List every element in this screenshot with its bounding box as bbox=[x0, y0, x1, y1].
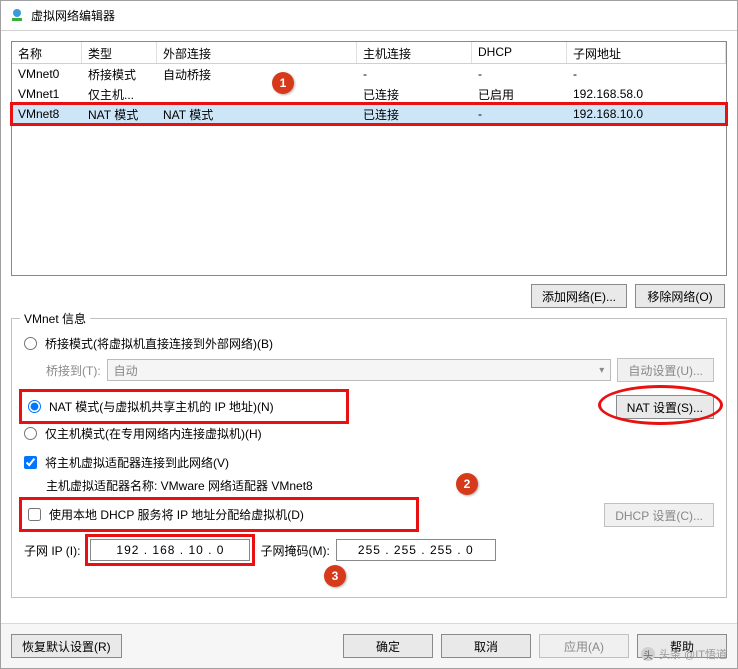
dhcp-settings-button: DHCP 设置(C)... bbox=[604, 503, 714, 527]
cell-ext bbox=[157, 93, 357, 95]
subnet-ip-label: 子网 IP (I): bbox=[24, 542, 80, 559]
bridge-mode-radio[interactable]: 桥接模式(将虚拟机直接连接到外部网络)(B) bbox=[24, 335, 273, 352]
vmnet-info-group: VMnet 信息 桥接模式(将虚拟机直接连接到外部网络)(B) 桥接到(T): … bbox=[11, 318, 727, 598]
remove-network-button[interactable]: 移除网络(O) bbox=[635, 284, 725, 308]
apply-button: 应用(A) bbox=[539, 634, 629, 658]
cell-host: 已连接 bbox=[357, 85, 472, 104]
col-ext[interactable]: 外部连接 bbox=[157, 42, 357, 63]
chevron-down-icon: ▾ bbox=[599, 365, 604, 376]
network-table[interactable]: 名称 类型 外部连接 主机连接 DHCP 子网地址 VMnet0 桥接模式 自动… bbox=[11, 41, 727, 276]
subnet-mask-input[interactable] bbox=[336, 539, 496, 561]
table-row[interactable]: VMnet1 仅主机... 已连接 已启用 192.168.58.0 1 bbox=[12, 84, 726, 104]
cell-name: VMnet1 bbox=[12, 86, 82, 102]
subnet-ip-input[interactable] bbox=[90, 539, 250, 561]
network-button-row: 添加网络(E)... 移除网络(O) bbox=[11, 276, 727, 316]
cancel-button[interactable]: 取消 bbox=[441, 634, 531, 658]
col-dhcp[interactable]: DHCP bbox=[472, 42, 567, 63]
watermark: 头 头条 @IT悟道 bbox=[641, 646, 727, 662]
app-icon bbox=[9, 8, 25, 24]
bridge-to-value: 自动 bbox=[114, 362, 138, 379]
watermark-icon: 头 bbox=[641, 647, 655, 661]
annotation-badge-2: 2 bbox=[456, 473, 478, 495]
cell-dhcp: - bbox=[472, 106, 567, 122]
cell-name: VMnet8 bbox=[12, 106, 82, 122]
col-host[interactable]: 主机连接 bbox=[357, 42, 472, 63]
col-subnet[interactable]: 子网地址 bbox=[567, 42, 726, 63]
cell-ext: 自动桥接 bbox=[157, 65, 357, 84]
table-row[interactable]: VMnet0 桥接模式 自动桥接 - - - bbox=[12, 64, 726, 84]
cell-dhcp: 已启用 bbox=[472, 85, 567, 104]
dhcp-check-label: 使用本地 DHCP 服务将 IP 地址分配给虚拟机(D) bbox=[49, 506, 304, 523]
cell-type: 仅主机... bbox=[82, 85, 157, 104]
hostonly-mode-label: 仅主机模式(在专用网络内连接虚拟机)(H) bbox=[45, 425, 262, 442]
titlebar: 虚拟网络编辑器 bbox=[1, 1, 737, 31]
nat-mode-label: NAT 模式(与虚拟机共享主机的 IP 地址)(N) bbox=[49, 398, 274, 415]
add-network-button[interactable]: 添加网络(E)... bbox=[531, 284, 627, 308]
adapter-name-label: 主机虚拟适配器名称: VMware 网络适配器 VMnet8 bbox=[46, 477, 313, 494]
bridge-to-label: 桥接到(T): bbox=[46, 362, 101, 379]
col-name[interactable]: 名称 bbox=[12, 42, 82, 63]
nat-mode-radio[interactable]: NAT 模式(与虚拟机共享主机的 IP 地址)(N) bbox=[24, 394, 344, 419]
footer: 恢复默认设置(R) 确定 取消 应用(A) 帮助 头 头条 @IT悟道 bbox=[1, 623, 737, 668]
bridge-mode-label: 桥接模式(将虚拟机直接连接到外部网络)(B) bbox=[45, 335, 273, 352]
table-header: 名称 类型 外部连接 主机连接 DHCP 子网地址 bbox=[12, 42, 726, 64]
content-area: 名称 类型 外部连接 主机连接 DHCP 子网地址 VMnet0 桥接模式 自动… bbox=[1, 31, 737, 623]
ok-button[interactable]: 确定 bbox=[343, 634, 433, 658]
cell-host: 已连接 bbox=[357, 105, 472, 124]
connect-adapter-label: 将主机虚拟适配器连接到此网络(V) bbox=[45, 454, 229, 471]
dhcp-checkbox[interactable]: 使用本地 DHCP 服务将 IP 地址分配给虚拟机(D) bbox=[24, 502, 414, 527]
connect-adapter-checkbox-input[interactable] bbox=[24, 456, 37, 469]
window: 虚拟网络编辑器 名称 类型 外部连接 主机连接 DHCP 子网地址 VMnet0… bbox=[0, 0, 738, 669]
annotation-badge-1: 1 bbox=[272, 72, 294, 94]
cell-ext: NAT 模式 bbox=[157, 105, 357, 124]
auto-settings-button: 自动设置(U)... bbox=[617, 358, 714, 382]
col-type[interactable]: 类型 bbox=[82, 42, 157, 63]
group-title: VMnet 信息 bbox=[20, 310, 90, 327]
cell-name: VMnet0 bbox=[12, 66, 82, 82]
bridge-to-select: 自动 ▾ bbox=[107, 359, 612, 381]
dhcp-checkbox-input[interactable] bbox=[28, 508, 41, 521]
connect-adapter-checkbox[interactable]: 将主机虚拟适配器连接到此网络(V) bbox=[24, 454, 229, 471]
annotation-badge-3: 3 bbox=[324, 565, 346, 587]
hostonly-mode-radio[interactable]: 仅主机模式(在专用网络内连接虚拟机)(H) bbox=[24, 425, 262, 442]
table-row-selected[interactable]: VMnet8 NAT 模式 NAT 模式 已连接 - 192.168.10.0 bbox=[12, 104, 726, 124]
restore-defaults-button[interactable]: 恢复默认设置(R) bbox=[11, 634, 122, 658]
nat-settings-button[interactable]: NAT 设置(S)... bbox=[616, 395, 714, 419]
cell-type: NAT 模式 bbox=[82, 105, 157, 124]
bridge-mode-radio-input[interactable] bbox=[24, 337, 37, 350]
cell-subnet: 192.168.10.0 bbox=[567, 106, 726, 122]
watermark-text: 头条 @IT悟道 bbox=[659, 646, 727, 662]
cell-host: - bbox=[357, 66, 472, 82]
cell-type: 桥接模式 bbox=[82, 65, 157, 84]
cell-subnet: - bbox=[567, 66, 726, 82]
cell-dhcp: - bbox=[472, 66, 567, 82]
window-title: 虚拟网络编辑器 bbox=[31, 7, 115, 24]
nat-mode-radio-input[interactable] bbox=[28, 400, 41, 413]
hostonly-mode-radio-input[interactable] bbox=[24, 427, 37, 440]
cell-subnet: 192.168.58.0 bbox=[567, 86, 726, 102]
subnet-mask-label: 子网掩码(M): bbox=[260, 542, 329, 559]
